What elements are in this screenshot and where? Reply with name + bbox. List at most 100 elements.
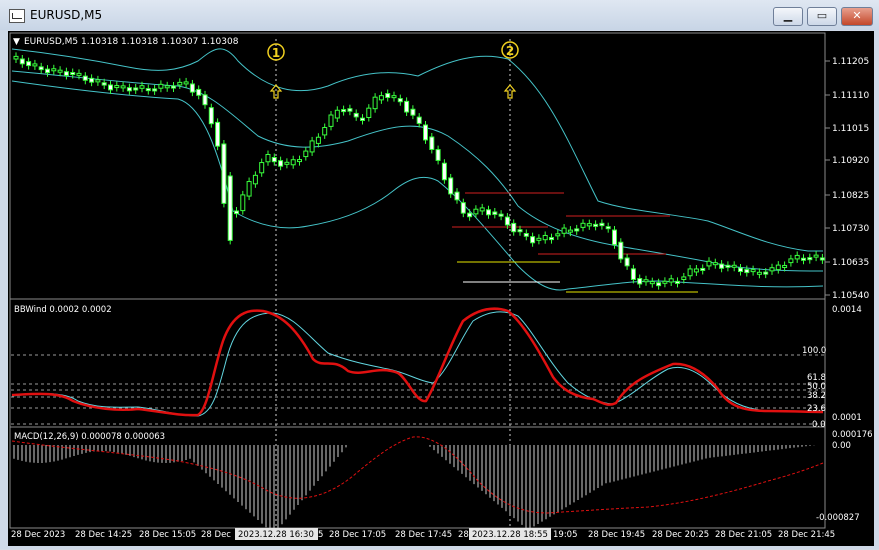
time-label: 28 Dec 15:05 [139,530,196,540]
candle-body [542,234,548,241]
candle-body [208,107,214,125]
candle-body [347,108,353,112]
candle-body [788,258,794,264]
candle-body [177,81,183,86]
chart-frame [9,32,826,529]
candle-body [744,269,750,274]
candle-body [259,162,265,174]
candle-body [656,282,662,287]
candlesticks [13,52,825,290]
candle-body [441,162,447,181]
candle-body [322,127,328,136]
macd-level-label: 0.00 [832,441,851,451]
candle-body [612,229,617,246]
time-label: 28 Dec 20:25 [652,530,709,540]
time-label: 5 [318,530,323,540]
bbw-level-label: 38.2 [807,391,826,401]
candle-body [57,69,63,73]
candle-body [378,95,384,101]
price-label: 1.11110 [832,91,869,101]
candle-body [605,226,611,230]
candle-body [328,114,334,127]
crosshair-time-label: 2023.12.28 18:55 [472,530,548,540]
candle-body [139,85,145,89]
candle-body [114,85,120,89]
time-label: 28 Dec 21:45 [778,530,835,540]
candle-body [252,174,258,185]
candle-body [738,267,743,273]
bbw-level-label: 100.0 [802,346,826,356]
candle-body [429,136,435,150]
time-label: 19:05 [553,530,578,540]
minimize-button[interactable]: ▁ [773,7,803,26]
maximize-button[interactable]: ▭ [807,7,837,26]
candle-body [624,257,630,267]
candle-body [297,159,302,163]
candle-body [675,280,680,284]
candle-body [108,84,113,91]
candle-body [19,58,25,65]
candle-body [580,222,586,228]
bbw-slow-line [11,311,823,417]
window-title: EURUSD,M5 [30,8,103,22]
title-bar[interactable]: EURUSD,M5 ▁ ▭ ✕ [0,0,879,30]
candle-body [416,116,422,124]
candle-body [215,121,221,147]
chart-area[interactable]: 1 2 ▼ EURUSD,M5 1.10318 1.10318 1.10307 … [8,31,874,546]
candle-body [681,276,687,281]
main-chart-header: EURUSD,M5 1.10318 1.10318 1.10307 1.1030… [24,37,239,47]
candle-body [82,75,88,81]
price-label: 1.10540 [832,291,869,301]
chart-menu-arrow-icon[interactable]: ▼ [13,37,20,47]
candle-body [775,264,781,271]
chart-window-icon [9,9,25,23]
candle-body [183,81,189,85]
candle-body [567,229,573,233]
candle-body [303,150,309,158]
bb-upper [11,48,823,252]
candle-body [353,112,359,118]
candle-body [171,85,176,89]
macd-level-label: 0.000176 [832,430,873,440]
candle-body [794,254,800,260]
price-label: 1.11205 [832,57,869,67]
candle-body [145,88,151,92]
candle-body [45,68,50,74]
close-button[interactable]: ✕ [841,7,873,26]
candle-body [120,85,126,89]
candle-body [517,229,523,233]
bb-middle [11,70,824,272]
candle-body [763,271,769,275]
price-label: 1.10635 [832,258,869,268]
candle-body [70,72,76,76]
time-label: 28 Dec 2023 [11,530,65,540]
candle-body [89,77,95,83]
candle-body [246,181,252,197]
candle-body [536,237,542,241]
time-label: 28 Dec 14:25 [75,530,132,540]
candle-body [750,269,756,273]
up-arrow-icon [503,84,517,99]
macd-header: MACD(12,26,9) 0.000078 0.000063 [14,432,165,442]
candle-body [479,207,485,212]
candle-body [574,228,580,232]
candle-body [492,211,498,215]
bbw-level-label: 0.0 [812,420,826,430]
candle-body [486,209,491,216]
time-label: 28 Dec 17:05 [329,530,386,540]
price-label: 1.10730 [832,224,869,234]
candle-body [530,236,536,244]
time-label: 28 Dec 19:45 [588,530,645,540]
candle-body [189,83,195,93]
price-label: 1.10825 [832,191,869,201]
candle-body [372,96,378,110]
candle-body [561,227,567,234]
candle-body [404,100,410,113]
chart-canvas[interactable]: 1 2 ▼ EURUSD,M5 1.10318 1.10318 1.10307 … [8,31,874,546]
candle-body [448,177,454,195]
candle-body [643,279,649,283]
candle-body [133,87,139,91]
candle-body [38,66,44,71]
bb-lower [11,80,824,291]
candle-body [32,63,38,67]
